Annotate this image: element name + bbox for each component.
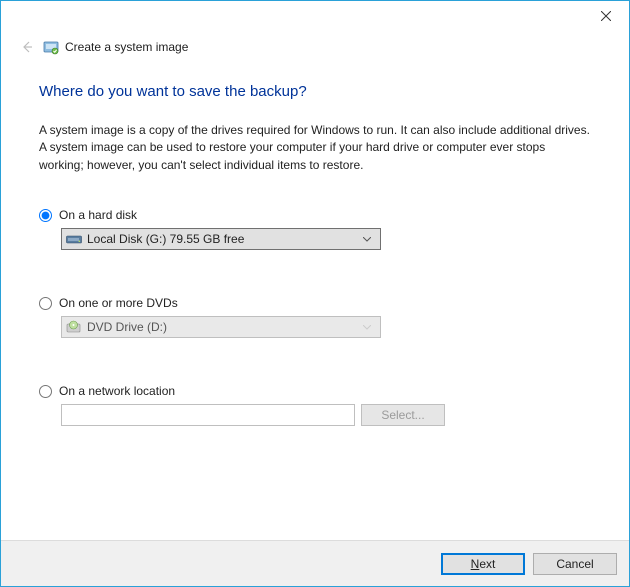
- footer: Next Cancel: [1, 540, 629, 586]
- header-title: Create a system image: [65, 40, 188, 54]
- chevron-down-icon: [358, 237, 376, 242]
- hard-drive-icon: [66, 233, 82, 245]
- wizard-window: Create a system image Where do you want …: [0, 0, 630, 587]
- page-heading: Where do you want to save the backup?: [39, 83, 591, 100]
- dvd-drive-icon: [66, 321, 82, 333]
- radio-hard-disk-input[interactable]: [39, 209, 52, 222]
- select-network-button-label: Select...: [381, 408, 424, 422]
- next-button[interactable]: Next: [441, 553, 525, 575]
- back-arrow-icon: [19, 39, 35, 55]
- dvd-dropdown: DVD Drive (D:): [61, 316, 381, 338]
- system-image-icon: [43, 39, 59, 55]
- option-dvd: On one or more DVDs DVD Drive (D:): [39, 296, 591, 338]
- radio-network-label: On a network location: [59, 384, 175, 398]
- back-button[interactable]: [17, 37, 37, 57]
- option-hard-disk: On a hard disk Local Disk (G:) 79.55 GB …: [39, 208, 591, 250]
- radio-hard-disk[interactable]: On a hard disk: [39, 208, 591, 222]
- close-button[interactable]: [583, 1, 629, 31]
- description-text: A system image is a copy of the drives r…: [39, 122, 591, 174]
- radio-hard-disk-label: On a hard disk: [59, 208, 137, 222]
- header-row: Create a system image: [1, 31, 629, 57]
- radio-network[interactable]: On a network location: [39, 384, 591, 398]
- close-icon: [601, 11, 611, 21]
- next-button-rest: ext: [479, 557, 495, 571]
- dvd-dropdown-value: DVD Drive (D:): [87, 320, 167, 334]
- cancel-button[interactable]: Cancel: [533, 553, 617, 575]
- chevron-down-icon: [358, 325, 376, 330]
- option-network: On a network location Select...: [39, 384, 591, 426]
- network-path-input: [61, 404, 355, 426]
- select-network-button: Select...: [361, 404, 445, 426]
- cancel-button-label: Cancel: [556, 557, 593, 571]
- radio-network-input[interactable]: [39, 385, 52, 398]
- titlebar: [1, 1, 629, 31]
- radio-dvd-label: On one or more DVDs: [59, 296, 178, 310]
- content-area: Where do you want to save the backup? A …: [1, 57, 629, 426]
- hard-disk-dropdown-value: Local Disk (G:) 79.55 GB free: [87, 232, 244, 246]
- radio-dvd[interactable]: On one or more DVDs: [39, 296, 591, 310]
- radio-dvd-input[interactable]: [39, 297, 52, 310]
- hard-disk-dropdown[interactable]: Local Disk (G:) 79.55 GB free: [61, 228, 381, 250]
